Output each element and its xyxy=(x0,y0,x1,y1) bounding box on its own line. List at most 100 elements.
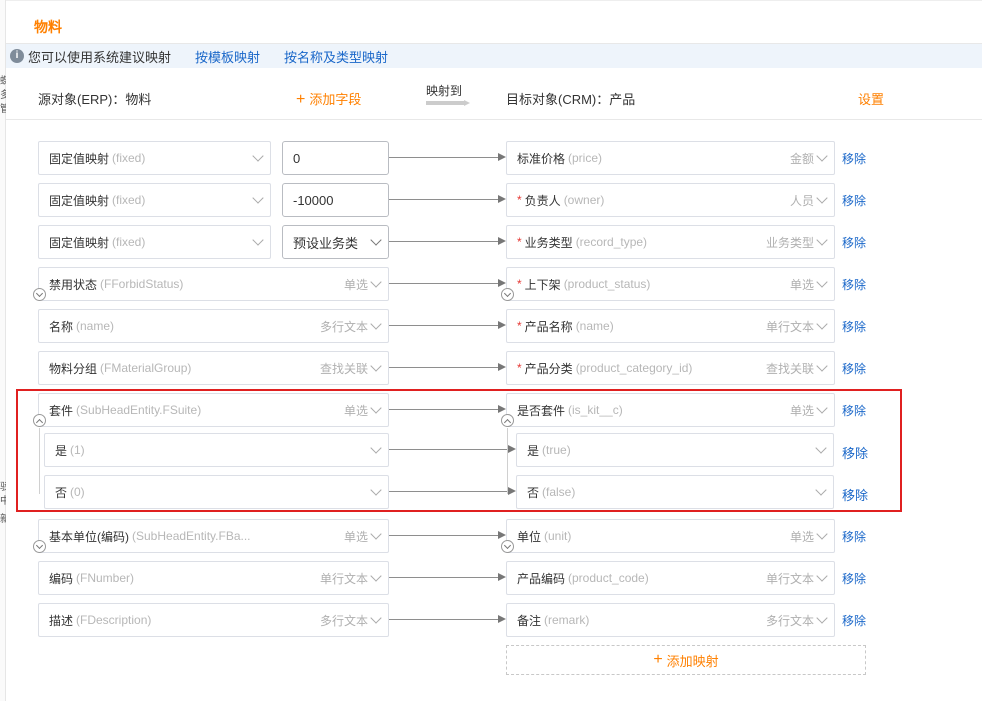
chevron-down-icon xyxy=(816,612,828,624)
fixed-value: 0 xyxy=(293,150,301,166)
fixed-value-input[interactable]: -10000 xyxy=(282,183,389,217)
target-field-api: (record_type) xyxy=(575,235,648,249)
target-object-title: 目标对象(CRM)：产品 xyxy=(506,92,636,107)
source-field-api: (FMaterialGroup) xyxy=(100,361,192,375)
target-field-type: 单选 xyxy=(789,277,814,292)
chevron-down-icon xyxy=(816,528,828,540)
target-field-type: 多行文本 xyxy=(765,613,814,628)
plus-icon: + xyxy=(296,91,306,108)
add-mapping-button[interactable]: + 添加映射 xyxy=(506,645,866,675)
target-field-label: 产品名称 xyxy=(524,319,573,334)
target-field-type: 金额 xyxy=(789,151,814,166)
required-asterisk: * xyxy=(517,235,522,249)
source-field-select[interactable]: 编码 (FNumber) 单行文本 xyxy=(38,561,389,595)
remove-button[interactable]: 移除 xyxy=(842,570,866,587)
add-mapping-label: 添加映射 xyxy=(666,653,719,669)
target-field-type: 单行文本 xyxy=(765,571,814,586)
remove-button[interactable]: 移除 xyxy=(842,318,866,335)
source-field-select[interactable]: 名称 (name) 多行文本 xyxy=(38,309,389,343)
source-field-type: 多行文本 xyxy=(319,613,368,628)
source-field-select[interactable]: 描述 (FDescription) 多行文本 xyxy=(38,603,389,637)
source-field-label: 名称 xyxy=(49,319,74,334)
target-field-label: 产品编码 xyxy=(517,571,566,586)
target-field-select[interactable]: * 业务类型 (record_type) 业务类型 xyxy=(506,225,835,259)
target-field-select[interactable]: * 负责人 (owner) 人员 xyxy=(506,183,835,217)
mapping-row: 描述 (FDescription) 多行文本 备注 (remark) 多行文本 … xyxy=(0,603,982,637)
source-field-select[interactable]: 固定值映射 (fixed) xyxy=(38,141,271,175)
target-field-select[interactable]: 单位 (unit) 单选 xyxy=(506,519,835,553)
mapping-row: 编码 (FNumber) 单行文本 产品编码 (product_code) 单行… xyxy=(0,561,982,595)
source-field-api: (FDescription) xyxy=(76,613,152,627)
settings-button[interactable]: 设置 xyxy=(858,89,884,108)
expand-icon[interactable] xyxy=(33,288,46,301)
mapping-row: 物料分组 (FMaterialGroup) 查找关联 * 产品分类 (produ… xyxy=(0,351,982,385)
source-field-select[interactable]: 固定值映射 (fixed) xyxy=(38,183,271,217)
mapping-header: 源对象(ERP)：物料 + 添加字段 映射到 目标对象(CRM)：产品 设置 xyxy=(6,68,982,120)
expand-icon[interactable] xyxy=(501,540,514,553)
target-field-type: 单选 xyxy=(789,529,814,544)
tab-material[interactable]: 物料 xyxy=(34,17,62,47)
target-field-label: 备注 xyxy=(517,613,542,628)
map-by-name-type-link[interactable]: 按名称及类型映射 xyxy=(284,47,388,66)
target-field-type: 单行文本 xyxy=(765,319,814,334)
target-field-api: (remark) xyxy=(544,613,590,627)
arrow-icon xyxy=(498,615,506,623)
target-field-api: (unit) xyxy=(544,529,572,543)
mapping-line xyxy=(389,535,498,536)
target-field-select[interactable]: * 产品名称 (name) 单行文本 xyxy=(506,309,835,343)
remove-button[interactable]: 移除 xyxy=(842,192,866,209)
target-field-select[interactable]: * 产品分类 (product_category_id) 查找关联 xyxy=(506,351,835,385)
tab-bar: 物料 xyxy=(6,0,982,47)
mapping-line xyxy=(389,157,498,158)
expand-icon[interactable] xyxy=(33,540,46,553)
remove-button[interactable]: 移除 xyxy=(842,612,866,629)
mapping-line xyxy=(389,619,498,620)
chevron-down-icon xyxy=(370,318,382,330)
fixed-value-input[interactable]: 0 xyxy=(282,141,389,175)
mapping-row: 固定值映射 (fixed) -10000 * 负责人 (owner) 人员 移除 xyxy=(0,183,982,217)
target-field-select[interactable]: 标准价格 (price) 金额 xyxy=(506,141,835,175)
remove-button[interactable]: 移除 xyxy=(842,528,866,545)
chevron-down-icon xyxy=(816,234,828,246)
source-field-select[interactable]: 物料分组 (FMaterialGroup) 查找关联 xyxy=(38,351,389,385)
mapping-line xyxy=(389,241,498,242)
mapping-line xyxy=(389,199,498,200)
source-field-select[interactable]: 固定值映射 (fixed) xyxy=(38,225,271,259)
arrow-icon xyxy=(498,531,506,539)
remove-button[interactable]: 移除 xyxy=(842,276,866,293)
arrow-icon xyxy=(498,153,506,161)
remove-button[interactable]: 移除 xyxy=(842,360,866,377)
source-field-label: 禁用状态 xyxy=(49,277,98,292)
fixed-value-select[interactable]: 预设业务类 xyxy=(282,225,389,259)
chevron-down-icon xyxy=(816,150,828,162)
target-field-api: (owner) xyxy=(563,193,605,207)
source-field-type: 单行文本 xyxy=(319,571,368,586)
source-field-label: 基本单位(编码) xyxy=(49,529,129,544)
add-field-button[interactable]: + 添加字段 xyxy=(296,89,361,109)
arrow-icon xyxy=(498,279,506,287)
target-field-select[interactable]: 备注 (remark) 多行文本 xyxy=(506,603,835,637)
source-field-label: 物料分组 xyxy=(49,361,98,376)
target-field-select[interactable]: * 上下架 (product_status) 单选 xyxy=(506,267,835,301)
target-field-api: (name) xyxy=(575,319,614,333)
arrow-icon xyxy=(498,237,506,245)
remove-button[interactable]: 移除 xyxy=(842,234,866,251)
source-field-select[interactable]: 禁用状态 (FForbidStatus) 单选 xyxy=(38,267,389,301)
remove-button[interactable]: 移除 xyxy=(842,150,866,167)
expand-icon[interactable] xyxy=(501,288,514,301)
target-field-label: 上下架 xyxy=(524,277,561,292)
source-field-type: 单选 xyxy=(343,529,368,544)
source-field-label: 编码 xyxy=(49,571,74,586)
map-to-arrow-icon xyxy=(426,100,470,106)
mapping-row: 禁用状态 (FForbidStatus) 单选 * 上下架 (product_s… xyxy=(0,267,982,301)
chevron-down-icon xyxy=(252,150,264,162)
target-field-label: 产品分类 xyxy=(524,361,573,376)
source-field-select[interactable]: 基本单位(编码) (SubHeadEntity.FBa... 单选 xyxy=(38,519,389,553)
chevron-down-icon xyxy=(370,612,382,624)
map-to-label: 映射到 xyxy=(426,84,463,98)
map-by-template-link[interactable]: 按模板映射 xyxy=(195,47,260,66)
target-field-select[interactable]: 产品编码 (product_code) 单行文本 xyxy=(506,561,835,595)
mapping-row: 固定值映射 (fixed) 0 标准价格 (price) 金额 移除 xyxy=(0,141,982,175)
chevron-down-icon xyxy=(816,192,828,204)
arrow-icon xyxy=(498,573,506,581)
